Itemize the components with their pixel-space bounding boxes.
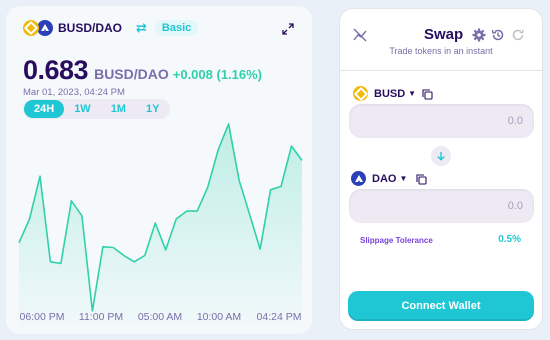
slippage-label: Slippage Tolerance (360, 236, 433, 245)
x-tick-label: 06:00 PM (20, 311, 65, 323)
to-token-name: DAO (372, 172, 397, 185)
x-tick-label: 11:00 PM (79, 311, 123, 323)
swap-header: Swap Trade tokens in an instant (340, 9, 542, 71)
price-area-fill (19, 123, 302, 326)
busd-coin-icon (353, 86, 368, 101)
price-date: Mar 01, 2023, 04:24 PM (23, 87, 125, 98)
price-row: 0.683 BUSD/DAO +0.008 (1.16%) (23, 55, 262, 86)
switch-direction-button[interactable] (431, 146, 451, 166)
connect-wallet-button[interactable]: Connect Wallet (348, 291, 534, 321)
price-area-chart: 06:00 PM 11:00 PM 05:00 AM 10:00 AM 04:24 PM (18, 123, 303, 326)
chevron-down-icon: ▼ (399, 174, 408, 183)
basic-mode-badge[interactable]: Basic (154, 20, 199, 36)
swap-subtitle: Trade tokens in an instant (389, 46, 493, 56)
swap-panel: Swap Trade tokens in an instant BUSD ▼ 0… (339, 8, 543, 330)
from-token-name: BUSD (374, 87, 406, 100)
settings-gear-icon[interactable] (472, 28, 486, 42)
from-amount-input[interactable] (349, 104, 534, 138)
swap-title: Swap (424, 26, 464, 43)
arrow-down-icon (437, 152, 445, 161)
x-tick-label: 04:24 PM (257, 311, 302, 323)
x-tick-label: 05:00 AM (138, 311, 182, 323)
dao-coin-icon (37, 20, 53, 36)
busd-coin-icon (23, 20, 39, 36)
refresh-icon[interactable] (511, 28, 525, 42)
dao-coin-icon (351, 171, 366, 186)
to-token-select[interactable]: DAO ▼ (351, 171, 408, 186)
expand-icon[interactable] (282, 23, 294, 35)
chart-toggle-icon[interactable] (352, 27, 368, 43)
copy-icon[interactable] (422, 89, 433, 100)
slippage-value[interactable]: 0.5% (498, 234, 521, 245)
copy-icon[interactable] (416, 174, 427, 185)
to-amount-input[interactable] (349, 189, 534, 223)
chevron-down-icon: ▼ (408, 89, 417, 98)
price-chart-panel: BUSD/DAO ⇄ Basic 0.683 BUSD/DAO +0.008 (… (6, 6, 312, 334)
price-change: +0.008 (1.16%) (172, 67, 263, 82)
current-price: 0.683 (23, 55, 89, 85)
price-pair-label: BUSD/DAO (94, 66, 169, 82)
pair-header: BUSD/DAO ⇄ Basic (23, 19, 199, 37)
history-icon[interactable] (491, 28, 505, 42)
x-tick-label: 10:00 AM (197, 311, 241, 323)
pair-label: BUSD/DAO (58, 21, 123, 35)
swap-pair-icon[interactable]: ⇄ (136, 20, 147, 36)
from-token-select[interactable]: BUSD ▼ (353, 86, 416, 101)
